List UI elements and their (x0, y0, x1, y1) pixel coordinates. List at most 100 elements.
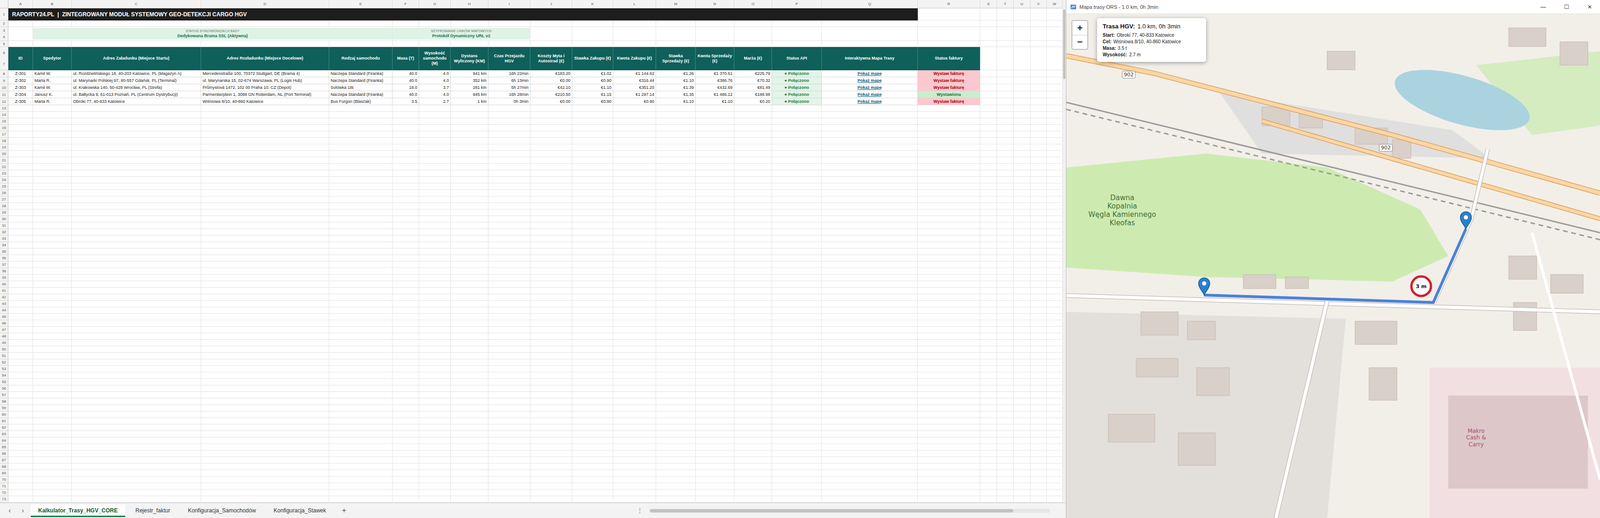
cell[interactable] (419, 124, 451, 132)
cell[interactable] (1046, 248, 1063, 256)
cell[interactable] (419, 307, 451, 314)
row-number[interactable]: 37 (0, 261, 9, 269)
cell[interactable] (1046, 418, 1063, 425)
cell[interactable] (917, 150, 981, 158)
cell[interactable] (980, 70, 997, 78)
cell[interactable] (329, 281, 393, 288)
cell[interactable] (530, 379, 573, 386)
cell[interactable] (201, 268, 330, 275)
cell[interactable] (419, 333, 451, 340)
cell[interactable] (71, 339, 202, 347)
row-number[interactable]: 51 (0, 352, 9, 360)
cell[interactable] (572, 229, 614, 236)
cell[interactable] (1046, 196, 1063, 204)
cell[interactable] (71, 313, 202, 321)
cell[interactable] (572, 392, 614, 399)
cell[interactable] (980, 111, 997, 119)
column-header[interactable]: Koszty Myta i Autostrad (€) (530, 47, 573, 71)
cell[interactable] (613, 313, 657, 321)
cell[interactable] (980, 222, 997, 230)
cell[interactable] (613, 405, 657, 412)
cell[interactable] (392, 287, 420, 295)
cell[interactable] (8, 405, 34, 412)
column-header[interactable]: ID (8, 47, 34, 71)
cell[interactable] (450, 150, 489, 158)
cell[interactable] (980, 137, 997, 145)
cell[interactable] (329, 444, 393, 451)
table-cell[interactable]: €1.35 (656, 91, 696, 99)
table-cell[interactable]: €351.20 (613, 84, 657, 92)
horizontal-scrollbar[interactable] (649, 508, 1051, 514)
cell[interactable] (329, 189, 393, 197)
cell[interactable] (201, 196, 330, 204)
cell[interactable] (1013, 98, 1031, 106)
cell[interactable] (450, 437, 489, 445)
cell[interactable] (695, 229, 735, 236)
cell[interactable] (613, 170, 657, 177)
cell[interactable] (980, 457, 997, 464)
cell[interactable] (917, 203, 981, 210)
cell[interactable] (8, 261, 34, 269)
cell[interactable] (71, 118, 202, 125)
cell[interactable] (1046, 47, 1063, 71)
cell[interactable] (572, 203, 614, 210)
cell[interactable] (572, 157, 614, 164)
cell[interactable] (996, 261, 1014, 269)
cell[interactable] (656, 255, 696, 262)
cell[interactable] (772, 137, 822, 145)
cell[interactable] (1013, 424, 1031, 432)
cell[interactable] (1013, 431, 1031, 438)
cell[interactable] (613, 489, 657, 497)
cell[interactable] (695, 379, 735, 386)
cell[interactable] (613, 379, 657, 386)
cell[interactable] (329, 229, 393, 236)
cell[interactable] (329, 320, 393, 327)
cell[interactable] (656, 40, 696, 48)
cell[interactable] (33, 163, 72, 171)
cell[interactable] (996, 77, 1014, 85)
cell[interactable] (821, 261, 918, 269)
cell[interactable] (917, 124, 981, 132)
cell[interactable] (488, 170, 531, 177)
cell[interactable] (201, 496, 330, 503)
cell[interactable] (8, 320, 34, 327)
cell[interactable] (996, 483, 1014, 490)
cell[interactable] (392, 209, 420, 217)
cell[interactable] (1013, 450, 1031, 458)
cell[interactable] (8, 346, 34, 353)
cell[interactable] (71, 124, 202, 132)
cell[interactable] (613, 346, 657, 353)
cell[interactable] (8, 398, 34, 406)
cell[interactable] (734, 40, 773, 48)
cell[interactable] (572, 320, 614, 327)
cell[interactable] (980, 489, 997, 497)
cell[interactable] (488, 40, 531, 48)
cell[interactable] (1046, 333, 1063, 340)
table-cell[interactable]: Mercedesstraße 100, 70372 Stuttgart, DE … (201, 70, 330, 78)
cell[interactable] (572, 176, 614, 184)
cell[interactable] (695, 313, 735, 321)
cell[interactable] (695, 470, 735, 477)
cell[interactable] (734, 444, 773, 451)
cell[interactable] (1046, 242, 1063, 249)
cell[interactable] (980, 359, 997, 367)
table-cell[interactable]: €432.69 (695, 84, 735, 92)
cell[interactable] (329, 235, 393, 243)
cell[interactable] (8, 255, 34, 262)
cell[interactable] (695, 307, 735, 314)
cell[interactable] (695, 457, 735, 464)
cell[interactable] (1030, 91, 1047, 99)
cell[interactable] (419, 137, 451, 145)
cell[interactable] (996, 150, 1014, 158)
cell[interactable] (33, 339, 72, 347)
cell[interactable] (996, 203, 1014, 210)
cell[interactable] (1046, 450, 1063, 458)
cell[interactable] (613, 242, 657, 249)
cell[interactable] (980, 163, 997, 171)
cell[interactable] (329, 346, 393, 353)
cell[interactable] (572, 313, 614, 321)
cell[interactable] (772, 118, 822, 125)
cell[interactable] (71, 150, 202, 158)
cell[interactable] (71, 359, 202, 367)
cell[interactable] (8, 437, 34, 445)
